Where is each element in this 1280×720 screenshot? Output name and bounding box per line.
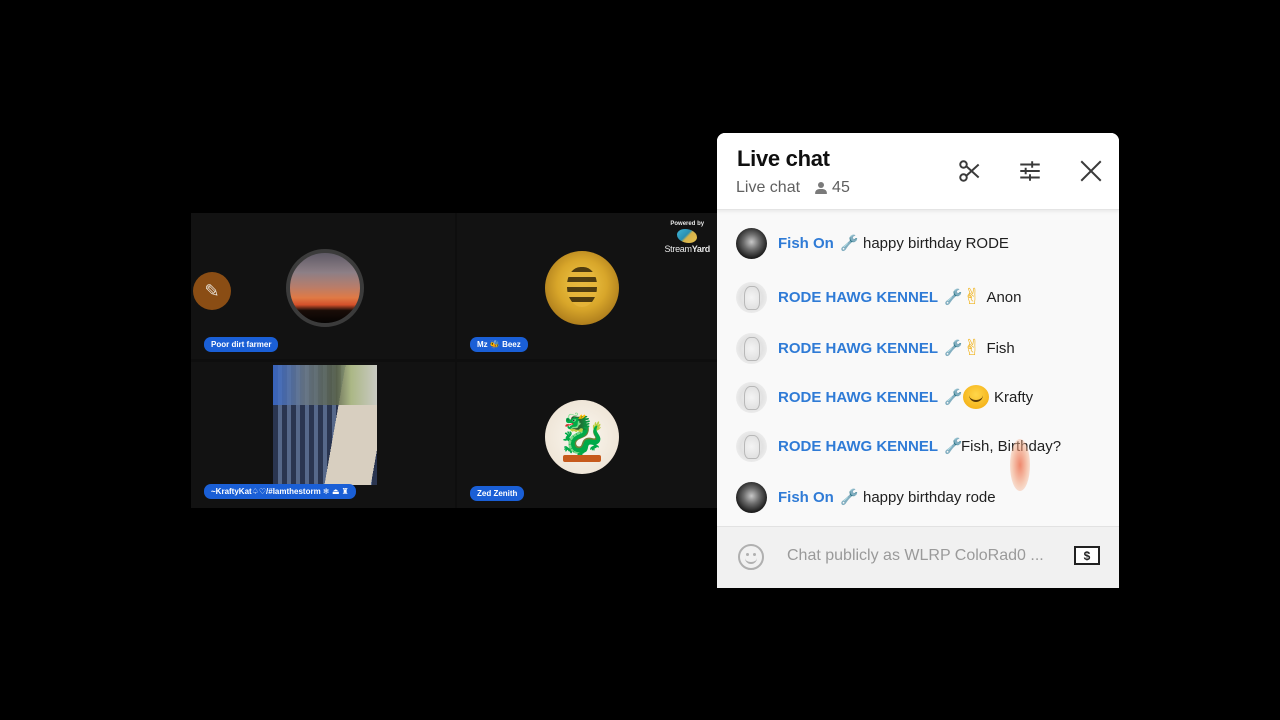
author-avatar[interactable] bbox=[736, 332, 767, 364]
person-icon bbox=[814, 181, 828, 195]
author-name[interactable]: Fish On 🔧 bbox=[778, 488, 859, 506]
emoji-picker-icon[interactable] bbox=[738, 544, 764, 570]
screen: ✎ Poor dirt farmer Powered by StreamYard… bbox=[0, 0, 1280, 720]
brand-bold: Yard bbox=[691, 244, 711, 254]
author-name[interactable]: RODE HAWG KENNEL 🔧 bbox=[778, 339, 963, 357]
participant-avatar-dragon: 🐉 bbox=[545, 400, 619, 474]
victory-hand-emoji: ✌ bbox=[963, 335, 982, 360]
author-avatar[interactable] bbox=[736, 481, 767, 513]
moderator-wrench-icon: 🔧 bbox=[944, 438, 963, 455]
participant-tile: Powered by StreamYard Mz 🐝 Beez bbox=[457, 213, 718, 359]
touch-indicator bbox=[1010, 439, 1030, 491]
brand-light: Stream bbox=[664, 244, 692, 254]
participant-name-tag: Mz 🐝 Beez bbox=[470, 337, 528, 352]
close-icon[interactable] bbox=[1077, 157, 1105, 185]
chat-mode-selector[interactable]: Live chat 45 bbox=[736, 179, 850, 197]
message-text: happy birthday RODE bbox=[863, 235, 1009, 252]
chat-message[interactable]: Fish On 🔧 happy birthday RODE bbox=[717, 223, 1119, 263]
participant-name-tag: ~KraftyKat♤♡/#Iamthestorm ❄ ⏏ ♜ bbox=[204, 484, 356, 499]
moderator-wrench-icon: 🔧 bbox=[839, 235, 859, 252]
message-body: Fish bbox=[986, 339, 1015, 357]
author-name-text[interactable]: RODE HAWG KENNEL bbox=[778, 289, 938, 306]
chat-message[interactable]: Fish On 🔧 happy birthday rode bbox=[717, 477, 1119, 517]
message-body: happy birthday RODE bbox=[863, 234, 1009, 252]
streamyard-branding: Powered by StreamYard bbox=[664, 221, 710, 254]
chat-message-list[interactable]: Fish On 🔧 happy birthday RODE RODE HAWG K… bbox=[717, 211, 1119, 525]
moderator-wrench-icon: 🔧 bbox=[944, 340, 963, 357]
chat-message[interactable]: RODE HAWG KENNEL 🔧 ✌ Fish bbox=[717, 328, 1119, 368]
super-chat-dollar-icon[interactable]: $ bbox=[1074, 546, 1100, 565]
dragon-icon: 🐉 bbox=[557, 413, 607, 457]
powered-by-label: Powered by bbox=[670, 221, 705, 227]
author-name-text[interactable]: RODE HAWG KENNEL bbox=[778, 389, 938, 406]
chat-message[interactable]: RODE HAWG KENNEL 🔧 Krafty bbox=[717, 377, 1119, 417]
message-body: Krafty bbox=[994, 388, 1034, 406]
chat-message[interactable]: RODE HAWG KENNEL 🔧 Fish, Birthday? bbox=[717, 426, 1119, 466]
author-avatar[interactable] bbox=[736, 381, 767, 413]
author-name[interactable]: RODE HAWG KENNEL 🔧 bbox=[778, 437, 963, 455]
streamyard-logo-icon bbox=[677, 229, 698, 243]
participant-avatar-bee bbox=[545, 251, 619, 325]
tune-settings-icon[interactable] bbox=[1016, 157, 1044, 185]
author-name-text[interactable]: Fish On bbox=[778, 235, 834, 252]
author-name-text[interactable]: RODE HAWG KENNEL bbox=[778, 340, 938, 357]
author-avatar[interactable] bbox=[736, 227, 767, 259]
participant-tile: ✎ Poor dirt farmer bbox=[191, 213, 455, 359]
video-feed-detail bbox=[273, 365, 377, 405]
participant-name-tag: Zed Zenith bbox=[470, 486, 525, 501]
participant-tile: 🐉 Zed Zenith bbox=[457, 362, 718, 508]
message-text: ✌ Fish bbox=[963, 336, 1015, 360]
message-text: happy birthday rode bbox=[863, 489, 996, 506]
message-body: Anon bbox=[986, 288, 1022, 306]
paintbrush-icon: ✎ bbox=[193, 272, 231, 310]
author-name[interactable]: RODE HAWG KENNEL 🔧 bbox=[778, 388, 963, 406]
scissors-icon[interactable] bbox=[956, 157, 984, 185]
author-name-text[interactable]: Fish On bbox=[778, 489, 834, 506]
live-chat-panel: Live chat Live chat 45 Fish On 🔧 happy b… bbox=[717, 133, 1119, 588]
message-text: Krafty bbox=[963, 385, 1033, 409]
message-body: happy birthday rode bbox=[863, 488, 996, 506]
participant-avatar-sunset bbox=[286, 249, 364, 327]
hugging-face-emoji bbox=[963, 385, 989, 409]
chat-input-field[interactable]: Chat publicly as WLRP ColoRad0 ... bbox=[787, 547, 1044, 565]
moderator-wrench-icon: 🔧 bbox=[944, 289, 963, 306]
moderator-wrench-icon: 🔧 bbox=[944, 389, 963, 406]
author-name-text[interactable]: RODE HAWG KENNEL bbox=[778, 438, 938, 455]
moderator-wrench-icon: 🔧 bbox=[839, 489, 859, 506]
author-avatar[interactable] bbox=[736, 430, 767, 462]
participant-name-tag: Poor dirt farmer bbox=[204, 337, 279, 352]
participant-tile: ~KraftyKat♤♡/#Iamthestorm ❄ ⏏ ♜ bbox=[191, 362, 455, 508]
chat-message[interactable]: RODE HAWG KENNEL 🔧 ✌ Anon bbox=[717, 277, 1119, 317]
chat-title: Live chat bbox=[737, 146, 830, 171]
chat-mode-label[interactable]: Live chat bbox=[736, 179, 800, 197]
chat-header: Live chat Live chat 45 bbox=[717, 133, 1119, 210]
victory-hand-emoji: ✌ bbox=[963, 284, 982, 309]
dragon-logo-band bbox=[563, 455, 601, 462]
chat-input-bar: Chat publicly as WLRP ColoRad0 ... $ bbox=[717, 526, 1119, 588]
author-name[interactable]: RODE HAWG KENNEL 🔧 bbox=[778, 288, 963, 306]
message-text: ✌ Anon bbox=[963, 285, 1021, 309]
viewer-count-value: 45 bbox=[832, 179, 850, 196]
stream-video-grid: ✎ Poor dirt farmer Powered by StreamYard… bbox=[191, 213, 718, 508]
bee-graphic bbox=[567, 267, 597, 307]
streamyard-wordmark: StreamYard bbox=[664, 244, 710, 254]
author-avatar[interactable] bbox=[736, 281, 767, 313]
viewer-count: 45 bbox=[814, 179, 850, 197]
author-name[interactable]: Fish On 🔧 bbox=[778, 234, 859, 252]
